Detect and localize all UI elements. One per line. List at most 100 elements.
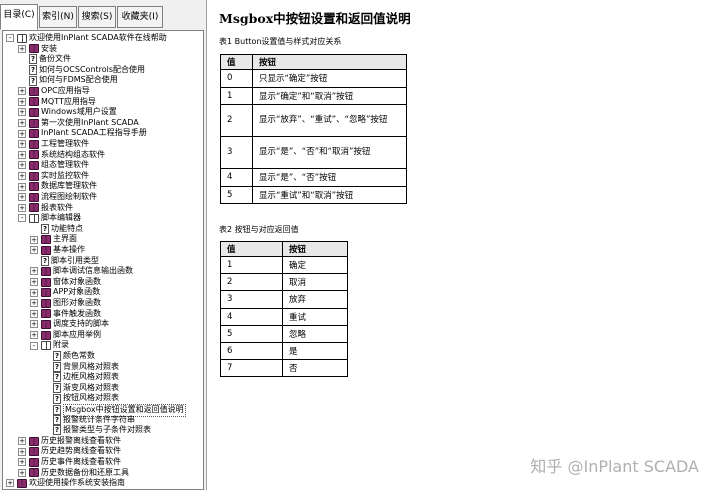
tree-item[interactable]: - 欢迎使用InPlant SCADA软件在线帮助 bbox=[6, 33, 167, 44]
tree-item[interactable]: + 脚本调试信息输出函数 bbox=[30, 266, 133, 277]
tab-index[interactable]: 索引(N) bbox=[39, 6, 77, 28]
book-icon bbox=[29, 457, 39, 467]
tree-item[interactable]: + 实时监控软件 bbox=[18, 171, 89, 182]
expand-icon[interactable]: + bbox=[30, 267, 38, 276]
cell-button: 显示“确定”和“取消”按钮 bbox=[252, 86, 407, 105]
tree-item[interactable]: + 流程图绘制软件 bbox=[18, 192, 97, 203]
tree-item[interactable]: + 第一次使用InPlant SCADA bbox=[18, 118, 139, 129]
tree-item[interactable]: + 窗体对象函数 bbox=[30, 277, 101, 288]
tree-item[interactable]: + MQTT应用指导 bbox=[18, 97, 96, 108]
expand-icon[interactable]: + bbox=[18, 437, 26, 446]
tree-item[interactable]: + 历史趋势离线查看软件 bbox=[18, 446, 121, 457]
tree-item[interactable]: - 附录 bbox=[30, 340, 69, 351]
tree-item[interactable]: + 脚本应用举例 bbox=[30, 330, 101, 341]
expand-icon[interactable]: + bbox=[30, 288, 38, 297]
tree-item[interactable]: + 历史数据备份和还原工具 bbox=[18, 468, 129, 479]
tree-item[interactable]: + 安装 bbox=[18, 44, 57, 55]
expand-icon[interactable]: + bbox=[18, 140, 26, 149]
tree-item[interactable]: ? 按钮风格对照表 bbox=[42, 393, 119, 404]
expand-icon[interactable]: + bbox=[18, 119, 26, 128]
tree-item-label: 历史数据备份和还原工具 bbox=[41, 467, 129, 477]
tree-item[interactable]: ? 颜色常数 bbox=[42, 351, 95, 362]
cell-button: 取消 bbox=[282, 273, 348, 292]
tree-item[interactable]: ? 如何与OCSControls配合使用 bbox=[18, 65, 145, 76]
tree-item[interactable]: + 数据库管理软件 bbox=[18, 181, 97, 192]
tree-item[interactable]: + Windows域用户设置 bbox=[18, 107, 117, 118]
expand-icon[interactable]: + bbox=[18, 193, 26, 202]
expand-icon[interactable]: + bbox=[30, 309, 38, 318]
tree-item[interactable]: + APP对象函数 bbox=[30, 287, 100, 298]
tree-item-label: 脚本编辑器 bbox=[41, 213, 81, 223]
collapse-icon[interactable]: - bbox=[18, 214, 26, 223]
expand-icon[interactable]: + bbox=[18, 203, 26, 212]
tree-item[interactable]: + 工程管理软件 bbox=[18, 139, 89, 150]
book-icon bbox=[29, 171, 39, 181]
tree-item[interactable]: ? 报警统计条件字符串 bbox=[42, 415, 135, 426]
expand-icon[interactable]: + bbox=[6, 479, 14, 488]
expand-icon[interactable]: + bbox=[18, 182, 26, 191]
tree-item[interactable]: + 事件触发函数 bbox=[30, 309, 101, 320]
tree-item[interactable]: + InPlant SCADA工程指导手册 bbox=[18, 128, 147, 139]
expand-icon[interactable]: + bbox=[18, 87, 26, 96]
expand-icon[interactable]: + bbox=[18, 150, 26, 159]
tree-item[interactable]: + 历史报警离线查看软件 bbox=[18, 436, 121, 447]
page-title: Msgbox中按钮设置和返回值说明 bbox=[219, 11, 411, 26]
expand-icon[interactable]: + bbox=[18, 129, 26, 138]
help-navigation-pane: 目录(C) 索引(N) 搜索(S) 收藏夹(I) - 欢迎使用InPlant SC… bbox=[0, 0, 207, 490]
tree-item[interactable]: + 主界面 bbox=[30, 234, 77, 245]
expand-icon[interactable]: + bbox=[30, 246, 38, 255]
tab-search[interactable]: 搜索(S) bbox=[78, 6, 116, 28]
tab-contents[interactable]: 目录(C) bbox=[0, 4, 38, 30]
tree-item[interactable]: ? 渐变风格对照表 bbox=[42, 383, 119, 394]
book-icon bbox=[41, 277, 51, 287]
table-row: 2 显示“放弃”、“重试”、“忽略”按钮 bbox=[220, 104, 407, 137]
expand-icon[interactable]: + bbox=[18, 458, 26, 467]
expand-icon[interactable]: + bbox=[18, 44, 26, 53]
collapse-icon[interactable]: - bbox=[30, 341, 38, 350]
tree-item[interactable]: + 调度支持的脚本 bbox=[30, 319, 109, 330]
book-icon bbox=[41, 298, 51, 308]
tree-item[interactable]: ? 报警类型与子条件对照表 bbox=[42, 425, 151, 436]
expand-icon[interactable]: + bbox=[30, 278, 38, 287]
tree-item[interactable]: + 基本操作 bbox=[30, 245, 85, 256]
tree-item[interactable]: ? 功能特点 bbox=[30, 224, 83, 235]
tree-item-label: 背景风格对照表 bbox=[63, 361, 119, 371]
tree-item[interactable]: - 脚本编辑器 bbox=[18, 213, 81, 224]
tree-item[interactable]: + 报表软件 bbox=[18, 203, 73, 214]
tree-item[interactable]: ? 如何与FDMS配合使用 bbox=[18, 75, 118, 86]
table-row: 1 显示“确定”和“取消”按钮 bbox=[220, 86, 407, 105]
expand-icon[interactable]: + bbox=[18, 161, 26, 170]
tree-item[interactable]: + 欢迎使用操作系统安装指南 bbox=[6, 478, 125, 489]
tree-item[interactable]: + 历史事件离线查看软件 bbox=[18, 457, 121, 468]
cell-button: 否 bbox=[282, 359, 348, 378]
expand-icon[interactable]: + bbox=[18, 447, 26, 456]
expand-icon[interactable]: + bbox=[18, 172, 26, 181]
tree-item[interactable]: ? 背景风格对照表 bbox=[42, 362, 119, 373]
tree-item-label: 附录 bbox=[53, 340, 69, 350]
expand-icon[interactable]: + bbox=[18, 108, 26, 117]
tree-item[interactable]: ? 脚本引用类型 bbox=[30, 256, 99, 267]
book-icon bbox=[41, 266, 51, 276]
tree-item[interactable]: ? 边框风格对照表 bbox=[42, 372, 119, 383]
table-row: 6是 bbox=[220, 341, 348, 361]
expand-icon[interactable]: + bbox=[30, 331, 38, 340]
tree-item[interactable]: ? 备份文件 bbox=[18, 54, 71, 65]
tree-item[interactable]: + OPC应用指导 bbox=[18, 86, 90, 97]
tree-item-label: OPC应用指导 bbox=[41, 86, 90, 95]
collapse-icon[interactable]: - bbox=[6, 34, 14, 43]
tree-item[interactable]: + 图形对象函数 bbox=[30, 298, 101, 309]
expand-icon[interactable]: + bbox=[18, 468, 26, 477]
tree-item[interactable]: ? Msgbox中按钮设置和返回值说明 bbox=[42, 404, 186, 417]
expand-icon[interactable]: + bbox=[30, 235, 38, 244]
tab-favorites[interactable]: 收藏夹(I) bbox=[117, 6, 163, 28]
table-row: 7否 bbox=[220, 359, 348, 378]
expand-icon[interactable]: + bbox=[30, 320, 38, 329]
cell-button: 显示“重试”和“取消”按钮 bbox=[252, 185, 407, 204]
document-pane: Msgbox中按钮设置和返回值说明 表1 Button设置值与样式对应关系 值 … bbox=[208, 0, 709, 490]
book-icon bbox=[41, 319, 51, 329]
tree-item[interactable]: + 组态管理软件 bbox=[18, 160, 89, 171]
cell-button: 是 bbox=[282, 341, 348, 361]
tree-item[interactable]: + 系统结构组态软件 bbox=[18, 150, 105, 161]
expand-icon[interactable]: + bbox=[30, 299, 38, 308]
expand-icon[interactable]: + bbox=[18, 97, 26, 106]
